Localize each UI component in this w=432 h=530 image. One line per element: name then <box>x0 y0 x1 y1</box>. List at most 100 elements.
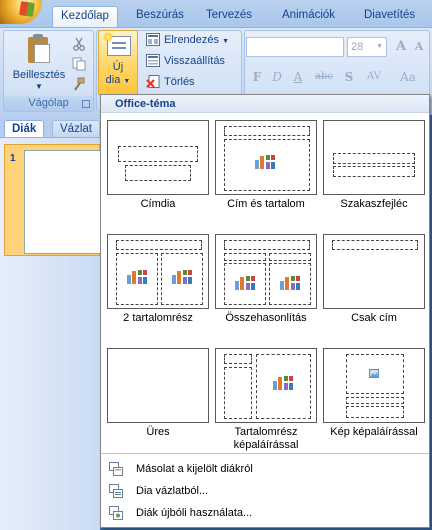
content-placeholder-icon <box>172 270 192 284</box>
layout-title-and-content[interactable]: Cím és tartalom <box>215 120 323 232</box>
tab-insert[interactable]: Beszúrás <box>128 6 192 27</box>
content-placeholder-icon <box>273 376 293 390</box>
tab-design[interactable]: Tervezés <box>198 6 260 27</box>
gallery-separator <box>101 453 429 454</box>
duplicate-slides-icon <box>109 462 123 476</box>
layout-label: Címdia <box>140 198 176 210</box>
character-spacing-button[interactable]: AV <box>362 68 386 86</box>
paste-label: Beillesztés <box>12 69 66 81</box>
tab-slideshow[interactable]: Diavetítés <box>356 6 423 27</box>
layout-icon <box>146 33 160 46</box>
layout-label: Csak cím <box>351 312 397 324</box>
slides-pane-body: 1 <box>0 137 104 530</box>
layout-picture-with-caption[interactable]: Kép képaláírással <box>323 348 431 460</box>
tab-home[interactable]: Kezdőlap <box>52 6 118 27</box>
chevron-down-icon: ▼ <box>35 82 43 91</box>
paste-button[interactable]: Beillesztés ▼ <box>8 34 70 93</box>
layout-thumbnail <box>323 348 425 423</box>
layout-label: Összehasonlítás <box>225 312 307 324</box>
layout-thumbnail <box>323 234 425 309</box>
layout-label: Szakaszfejléc <box>340 198 408 210</box>
reuse-slides-icon <box>109 506 123 520</box>
layout-thumbnail <box>215 234 317 309</box>
layout-gallery-dropdown: Office-téma Címdia Cím és tartalom Szaka… <box>100 94 430 528</box>
scissors-icon[interactable] <box>72 37 86 51</box>
chevron-down-icon: ▼ <box>123 78 131 85</box>
layout-label: Kép képaláírással <box>330 426 418 438</box>
layout-blank[interactable]: Üres <box>107 348 215 460</box>
layout-thumbnail <box>215 120 317 195</box>
delete-label: Törlés <box>164 76 195 88</box>
layout-label: 2 tartalomrész <box>123 312 193 324</box>
clipboard-group: Beillesztés ▼ Vágólap <box>3 30 94 112</box>
shadow-button[interactable]: S <box>340 68 358 86</box>
content-placeholder-icon <box>280 276 300 290</box>
delete-icon <box>146 75 160 88</box>
paste-icon <box>26 34 52 64</box>
slide-number: 1 <box>10 153 16 164</box>
outline-slides-icon <box>109 484 123 498</box>
underline-button[interactable]: A <box>289 68 307 86</box>
slide-thumbnail[interactable] <box>24 150 104 254</box>
bold-button[interactable]: F <box>248 68 266 86</box>
tab-outline[interactable]: Vázlat <box>52 120 100 138</box>
reuse-slides-item[interactable]: Diák újbóli használata... <box>101 502 429 524</box>
layout-two-content[interactable]: 2 tartalomrész <box>107 234 215 346</box>
layout-button[interactable]: Elrendezés ▼ <box>146 32 229 48</box>
slides-pane: Diák Vázlat 1 <box>0 115 104 530</box>
layout-thumbnail <box>215 348 317 423</box>
font-name-field[interactable] <box>246 37 344 57</box>
italic-button[interactable]: D <box>268 68 286 86</box>
reset-button[interactable]: Visszaállítás <box>146 53 225 69</box>
layout-title-slide[interactable]: Címdia <box>107 120 215 232</box>
layout-thumbnail <box>107 234 209 309</box>
clipboard-group-label: Vágólap <box>4 96 93 111</box>
grow-font-icon[interactable]: A <box>392 38 410 56</box>
ribbon-tab-strip: Kezdőlap Beszúrás Tervezés Animációk Dia… <box>0 0 432 27</box>
gallery-header: Office-téma <box>101 95 429 113</box>
slides-from-outline-item[interactable]: Dia vázlatból... <box>101 480 429 502</box>
layout-label: Tartalomrész képaláírással <box>233 426 299 451</box>
chevron-down-icon: ▼ <box>376 43 383 50</box>
layout-thumbnail <box>107 120 209 195</box>
shrink-font-icon[interactable]: A <box>410 38 428 56</box>
strikethrough-button[interactable]: abc <box>312 68 336 86</box>
new-slide-label-line2: dia <box>105 74 121 86</box>
layout-label: Elrendezés <box>164 34 220 46</box>
tab-animations[interactable]: Animációk <box>274 6 343 27</box>
picture-placeholder-icon <box>369 369 379 378</box>
layout-title-only[interactable]: Csak cím <box>323 234 431 346</box>
copy-icon[interactable] <box>72 57 86 71</box>
new-slide-label-line1: Új <box>112 61 124 73</box>
delete-button[interactable]: Törlés <box>146 74 195 90</box>
reset-icon <box>146 54 160 67</box>
menu-item-label: Diák újbóli használata... <box>136 507 253 519</box>
change-case-button[interactable]: Aa <box>396 68 420 86</box>
layout-section-header[interactable]: Szakaszfejléc <box>323 120 431 232</box>
layout-thumbnail <box>107 348 209 423</box>
format-painter-icon[interactable] <box>72 77 86 91</box>
new-slide-icon <box>102 32 131 56</box>
content-placeholder-icon <box>127 270 147 284</box>
clipboard-dialog-launcher-icon[interactable] <box>82 100 90 108</box>
menu-item-label: Másolat a kijelölt diákról <box>136 463 253 475</box>
layout-label: Üres <box>146 426 170 438</box>
tab-slides[interactable]: Diák <box>4 120 45 138</box>
layout-comparison[interactable]: Összehasonlítás <box>215 234 323 346</box>
layout-thumbnail <box>323 120 425 195</box>
menu-item-label: Dia vázlatból... <box>136 485 209 497</box>
font-size-field[interactable]: 28 ▼ <box>347 37 387 57</box>
content-placeholder-icon <box>255 155 275 169</box>
slides-pane-tabs: Diák Vázlat <box>0 117 100 138</box>
office-button[interactable] <box>0 0 42 24</box>
content-placeholder-icon <box>235 276 255 290</box>
slide-thumbnail-selected[interactable]: 1 <box>4 144 104 256</box>
reset-label: Visszaállítás <box>164 55 225 67</box>
layout-label: Cím és tartalom <box>227 198 305 210</box>
chevron-down-icon: ▼ <box>222 38 230 45</box>
office-logo-icon <box>19 1 35 17</box>
font-size-value: 28 <box>351 41 364 53</box>
layout-content-with-caption[interactable]: Tartalomrész képaláírással <box>215 348 323 460</box>
new-slide-button[interactable]: Új dia ▼ <box>98 30 138 96</box>
duplicate-selected-slides-item[interactable]: Másolat a kijelölt diákról <box>101 458 429 480</box>
